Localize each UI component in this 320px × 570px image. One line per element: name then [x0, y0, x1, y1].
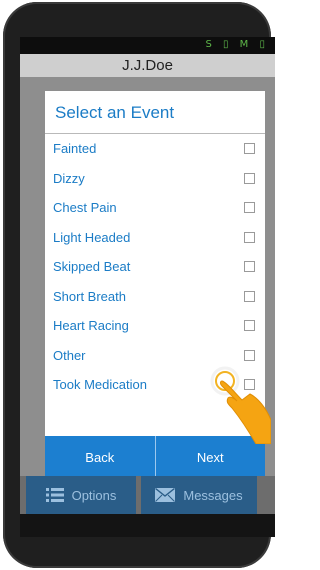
- event-checkbox[interactable]: [244, 231, 255, 243]
- event-checkbox[interactable]: [244, 202, 255, 214]
- event-checkbox[interactable]: [244, 261, 255, 273]
- options-button[interactable]: Options: [26, 476, 136, 514]
- event-label: Chest Pain: [53, 200, 117, 216]
- bottom-bar: Options Messages: [20, 476, 275, 514]
- event-item-short-breath[interactable]: Short Breath: [45, 282, 265, 312]
- status-icons: S ▯ M ▯: [205, 39, 269, 50]
- app-title: J.J.Doe: [20, 54, 275, 77]
- event-label: Fainted: [53, 141, 97, 157]
- navigation-strip: [20, 514, 275, 537]
- tap-hand-icon: [210, 366, 271, 444]
- event-checkbox[interactable]: [244, 320, 255, 332]
- event-list: Fainted Dizzy Chest Pain Light Headed Sk…: [45, 134, 265, 400]
- event-label: Short Breath: [53, 288, 126, 304]
- messages-button[interactable]: Messages: [141, 476, 257, 514]
- event-label: Heart Racing: [53, 318, 129, 334]
- back-button[interactable]: Back: [45, 436, 155, 478]
- event-label: Light Headed: [53, 229, 131, 245]
- dialog-title: Select an Event: [45, 91, 265, 134]
- event-item-fainted[interactable]: Fainted: [45, 134, 265, 164]
- screen: S ▯ M ▯ J.J.Doe Select an Event Fainted …: [20, 37, 275, 537]
- event-label: Skipped Beat: [53, 259, 131, 275]
- event-label: Other: [53, 347, 86, 363]
- options-label: Options: [71, 487, 117, 503]
- event-checkbox[interactable]: [244, 290, 255, 302]
- event-item-dizzy[interactable]: Dizzy: [45, 164, 265, 194]
- event-item-light-headed[interactable]: Light Headed: [45, 223, 265, 253]
- event-item-chest-pain[interactable]: Chest Pain: [45, 193, 265, 223]
- event-item-skipped-beat[interactable]: Skipped Beat: [45, 252, 265, 282]
- event-item-heart-racing[interactable]: Heart Racing: [45, 311, 265, 341]
- event-checkbox[interactable]: [244, 143, 255, 155]
- event-checkbox[interactable]: [244, 172, 255, 184]
- event-label: Took Medication: [53, 377, 147, 393]
- phone-frame: S ▯ M ▯ J.J.Doe Select an Event Fainted …: [3, 2, 275, 568]
- envelope-icon: [155, 488, 176, 502]
- event-checkbox[interactable]: [244, 349, 255, 361]
- status-bar: S ▯ M ▯: [20, 37, 275, 54]
- event-label: Dizzy: [53, 170, 85, 186]
- messages-label: Messages: [183, 487, 243, 503]
- list-icon: [45, 488, 64, 502]
